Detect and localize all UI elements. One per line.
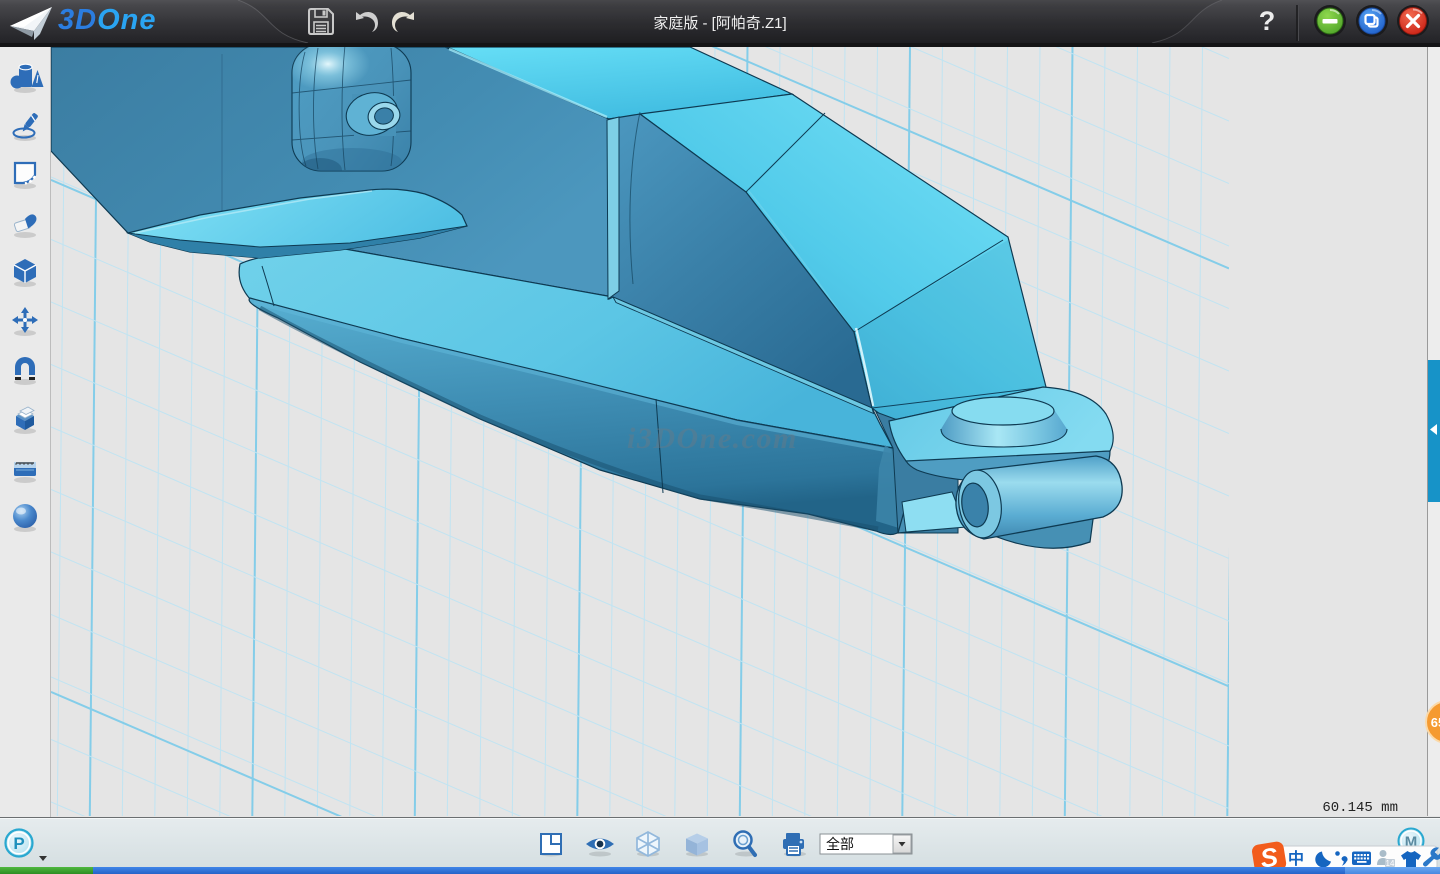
svg-text:全部: 全部 <box>826 836 854 852</box>
svg-text:60.145 mm: 60.145 mm <box>1322 800 1398 816</box>
svg-text:65: 65 <box>1431 715 1440 730</box>
svg-text:i3DOne.com: i3DOne.com <box>627 422 798 455</box>
svg-text:中: 中 <box>1288 849 1304 868</box>
svg-text:P: P <box>13 834 24 853</box>
